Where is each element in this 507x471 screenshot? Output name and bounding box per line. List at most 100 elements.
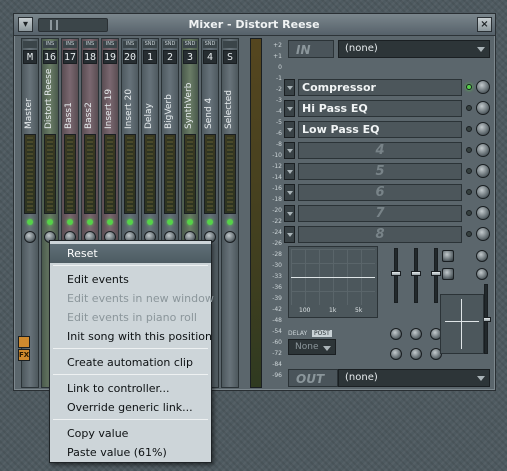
close-button[interactable]: ×	[477, 17, 492, 32]
effect-slot[interactable]: 6	[284, 183, 492, 202]
menu-item-reset[interactable]: Reset	[50, 244, 211, 263]
strip-pan-knob[interactable]	[24, 231, 36, 243]
strip-enable-led[interactable]	[207, 219, 213, 225]
input-select[interactable]: (none)	[338, 40, 490, 58]
fx-toggle-icon[interactable]: FX	[18, 349, 30, 361]
slot-menu-button[interactable]	[284, 205, 295, 222]
eq-bw-knob-2[interactable]	[410, 348, 422, 360]
stereo-knob-2[interactable]	[476, 268, 488, 280]
strip-enable-led[interactable]	[107, 219, 113, 225]
menu-item-copy-value[interactable]: Copy value	[50, 424, 211, 443]
strip-enable-led[interactable]	[227, 219, 233, 225]
menu-item-override-link[interactable]: Override generic link...	[50, 398, 211, 417]
menu-item-link-controller[interactable]: Link to controller...	[50, 379, 211, 398]
slot-mix-knob[interactable]	[476, 185, 490, 199]
strip-enable-led[interactable]	[27, 219, 33, 225]
eq-freq-knob-1[interactable]	[390, 328, 402, 340]
output-select[interactable]: (none)	[338, 369, 490, 387]
eq-graph[interactable]: 100 1k 5k	[288, 246, 378, 318]
slot-enable-led[interactable]	[466, 189, 472, 195]
eq-freq-knob-2[interactable]	[410, 328, 422, 340]
slot-label[interactable]: 8	[298, 226, 462, 243]
slot-mix-knob[interactable]	[476, 143, 490, 157]
strip-enable-led[interactable]	[147, 219, 153, 225]
slot-enable-led[interactable]	[466, 231, 472, 237]
title-bar[interactable]: ▾ Mixer - Distort Reese ×	[14, 14, 495, 36]
slot-label[interactable]: 6	[298, 184, 462, 201]
effect-slot[interactable]: 4	[284, 141, 492, 160]
db-scale-label: -26	[272, 240, 282, 247]
delay-select[interactable]: None	[288, 339, 336, 355]
slot-label[interactable]: Hi Pass EQ	[298, 100, 462, 117]
slot-menu-button[interactable]	[284, 100, 295, 117]
strip-enable-led[interactable]	[87, 219, 93, 225]
strip-type-badge: SND	[183, 41, 197, 48]
strip-number: 3	[183, 50, 197, 64]
effect-slot[interactable]: Hi Pass EQ	[284, 99, 492, 118]
slot-mix-knob[interactable]	[476, 122, 490, 136]
eq-band-toggle[interactable]	[442, 250, 454, 262]
arm-disk-icon[interactable]	[18, 336, 30, 348]
eq-bw-knob-1[interactable]	[390, 348, 402, 360]
strip-number: 17	[63, 50, 77, 64]
menu-item-edit-events[interactable]: Edit events	[50, 270, 211, 289]
slot-menu-button[interactable]	[284, 226, 295, 243]
effect-slot[interactable]: Low Pass EQ	[284, 120, 492, 139]
db-scale-label: -48	[272, 317, 282, 324]
db-scale-label: -20	[272, 207, 282, 214]
slot-menu-button[interactable]	[284, 142, 295, 159]
strip-enable-led[interactable]	[167, 219, 173, 225]
strip-enable-led[interactable]	[47, 219, 53, 225]
slot-enable-led[interactable]	[466, 147, 472, 153]
effect-slot[interactable]: 7	[284, 204, 492, 223]
strip-enable-led[interactable]	[67, 219, 73, 225]
mixer-strip[interactable]: S Selected	[221, 38, 239, 388]
db-scale-label: -18	[272, 196, 282, 203]
eq-gain-slider-3[interactable]	[431, 248, 441, 303]
slot-mix-knob[interactable]	[476, 101, 490, 115]
slot-enable-led[interactable]	[466, 210, 472, 216]
window-slider[interactable]	[38, 18, 108, 32]
strip-number: 18	[83, 50, 97, 64]
eq-gain-slider-2[interactable]	[411, 248, 421, 303]
post-toggle[interactable]: POST	[312, 330, 332, 337]
effect-slot[interactable]: 8	[284, 225, 492, 244]
window-menu-button[interactable]: ▾	[18, 17, 33, 32]
effect-slot[interactable]: 5	[284, 162, 492, 181]
db-scale-label: -10	[272, 152, 282, 159]
stereo-knob[interactable]	[476, 250, 488, 262]
slot-enable-led[interactable]	[466, 126, 472, 132]
slot-mix-knob[interactable]	[476, 206, 490, 220]
strip-enable-led[interactable]	[187, 219, 193, 225]
stereo-separation-pad[interactable]	[440, 294, 484, 354]
db-scale-label: -16	[272, 185, 282, 192]
slot-label[interactable]: 5	[298, 163, 462, 180]
strip-enable-led[interactable]	[127, 219, 133, 225]
slot-menu-button[interactable]	[284, 79, 295, 96]
slot-enable-led[interactable]	[466, 168, 472, 174]
stereo-volume-slider[interactable]	[481, 284, 491, 354]
menu-item-create-automation[interactable]: Create automation clip	[50, 353, 211, 372]
slot-menu-button[interactable]	[284, 163, 295, 180]
strip-pan-knob[interactable]	[224, 231, 236, 243]
slot-mix-knob[interactable]	[476, 227, 490, 241]
slot-label[interactable]: Low Pass EQ	[298, 121, 462, 138]
menu-item-init-song[interactable]: Init song with this position	[50, 327, 212, 346]
menu-separator	[53, 348, 208, 349]
slot-label[interactable]: 4	[298, 142, 462, 159]
slot-mix-knob[interactable]	[476, 164, 490, 178]
master-peak-meter	[250, 38, 262, 388]
eq-band-toggle-2[interactable]	[442, 268, 454, 280]
slot-enable-led[interactable]	[466, 105, 472, 111]
slot-mix-knob[interactable]	[476, 80, 490, 94]
eq-gain-slider-1[interactable]	[391, 248, 401, 303]
grip-icon[interactable]	[50, 20, 58, 30]
slot-menu-button[interactable]	[284, 121, 295, 138]
db-scale-label: -54	[272, 328, 282, 335]
slot-enable-led[interactable]	[466, 84, 472, 90]
slot-label[interactable]: 7	[298, 205, 462, 222]
effect-slot[interactable]: Compressor	[284, 78, 492, 97]
slot-label[interactable]: Compressor	[298, 79, 462, 96]
menu-item-paste-value[interactable]: Paste value (61%)	[50, 443, 211, 462]
slot-menu-button[interactable]	[284, 184, 295, 201]
